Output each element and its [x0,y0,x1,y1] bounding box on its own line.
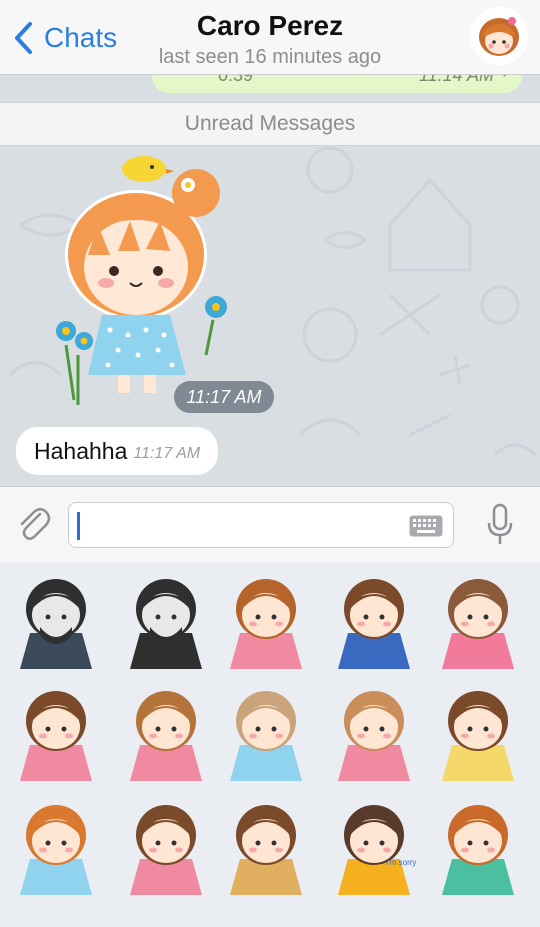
unread-divider: Unread Messages [0,102,540,146]
keyboard-icon[interactable] [409,515,443,537]
girl-sunglasses-sticker[interactable] [218,569,314,673]
contact-avatar-image [470,7,528,65]
paper-bag-girl-sticker-image [230,691,302,781]
read-check-icon: ✓✓ [487,75,514,83]
girl-music-sticker[interactable] [8,681,104,785]
girl-heart-sticker-image [442,579,514,669]
microphone-icon[interactable] [486,503,514,547]
girl-heart-sticker[interactable] [430,569,526,673]
contact-info[interactable]: Caro Perez last seen 16 minutes ago [0,10,540,69]
paperclip-icon[interactable] [16,505,52,543]
avatar[interactable] [470,7,528,65]
chat-header: Chats Caro Perez last seen 16 minutes ag… [0,0,540,75]
girl-blanket-sticker-image [442,805,514,895]
bearded-man-sticker[interactable] [8,569,104,673]
sticker-message[interactable] [48,155,233,405]
message-field[interactable] [68,502,454,548]
chef-girl-sticker[interactable] [326,681,422,785]
incoming-message[interactable]: Hahahha 11:17 AM [16,427,219,475]
message-text: Hahahha [34,437,128,464]
girl-smile-sticker[interactable] [118,681,214,785]
chef-girl-sticker-image [338,691,410,781]
previous-outgoing-message[interactable]: 0:39 11:14 AM ✓✓ [152,75,522,93]
message-input[interactable] [77,511,401,541]
text-caret [77,512,80,540]
girl-eating-sticker[interactable] [326,569,422,673]
sticker-panel: I'm sorry [0,563,540,927]
girl-bird-sticker-image [20,805,92,895]
message-time: 11:17 AM [133,445,201,462]
girl-dancing-sticker[interactable] [430,681,526,785]
man-portrait-sticker-image [130,579,202,669]
girl-hearts-sticker[interactable] [118,795,214,899]
audio-duration: 0:39 [218,75,254,85]
contact-name: Caro Perez [196,10,344,41]
message-time: 11:14 AM [418,75,494,85]
man-portrait-sticker[interactable] [118,569,214,673]
chat-area[interactable]: 0:39 11:14 AM ✓✓ Unread Messages 11: [0,75,540,486]
girl-sunglasses-sticker-image [230,579,302,669]
girl-music-sticker-image [20,691,92,781]
bearded-man-sticker-image [20,579,92,669]
girl-cookie-sticker[interactable] [218,795,314,899]
im-sorry-girl-sticker-image: I'm sorry [338,805,416,895]
last-seen-status: last seen 16 minutes ago [158,46,382,68]
girl-smile-sticker-image [130,691,202,781]
girl-dancing-sticker-image [442,691,514,781]
sticker-caption: I'm sorry [386,858,416,867]
girl-eating-sticker-image [338,579,410,669]
girl-hearts-sticker-image [130,805,202,895]
message-input-bar [0,486,540,564]
girl-bird-sticker[interactable] [8,795,104,899]
sticker-time: 11:17 AM [174,381,274,413]
girl-cookie-sticker-image [230,805,302,895]
girl-blanket-sticker[interactable] [430,795,526,899]
im-sorry-girl-sticker[interactable]: I'm sorry [326,795,422,899]
paper-bag-girl-sticker[interactable] [218,681,314,785]
